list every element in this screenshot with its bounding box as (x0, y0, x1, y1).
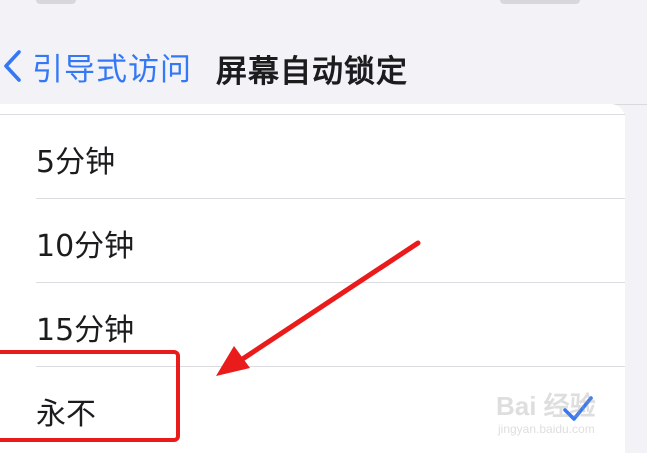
status-indicators-blur (500, 0, 580, 4)
chevron-left-icon (4, 50, 21, 82)
option-label: 永不 (36, 397, 96, 432)
option-never[interactable]: 永不 (0, 367, 625, 451)
option-15-minutes[interactable]: 15分钟 (0, 283, 625, 367)
status-bar (0, 0, 647, 14)
status-time-blur (36, 0, 76, 4)
option-label: 5分钟 (36, 145, 116, 180)
back-button-label: 引导式访问 (32, 51, 192, 88)
page-title: 屏幕自动锁定 (216, 54, 408, 90)
navigation-bar: 引导式访问 屏幕自动锁定 (0, 14, 647, 105)
auto-lock-options-list: 5分钟 10分钟 15分钟 永不 (0, 104, 625, 453)
back-button[interactable]: 引导式访问 (0, 44, 192, 88)
checkmark-icon (563, 396, 593, 421)
option-label: 10分钟 (36, 229, 135, 264)
option-5-minutes[interactable]: 5分钟 (0, 115, 625, 199)
option-label: 15分钟 (36, 313, 135, 348)
option-10-minutes[interactable]: 10分钟 (0, 199, 625, 283)
